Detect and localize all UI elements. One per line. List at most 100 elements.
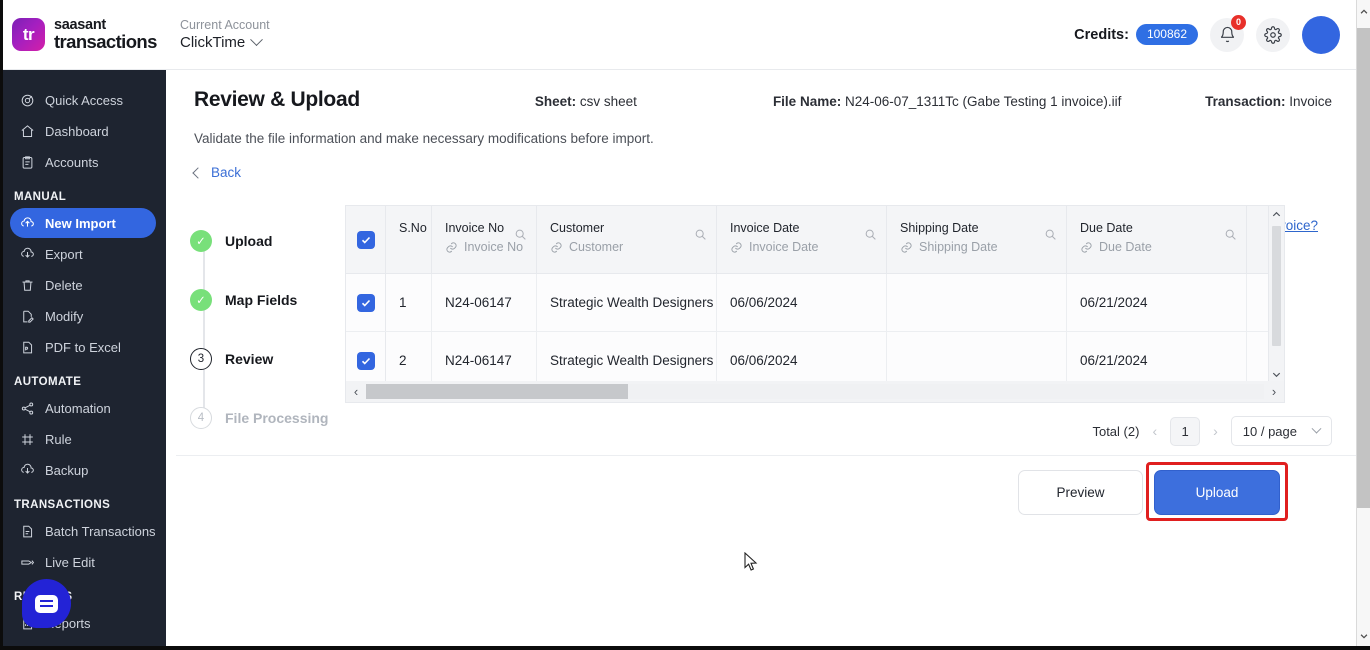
chevron-down-icon[interactable] xyxy=(1271,369,1282,380)
scrollbar-thumb[interactable] xyxy=(1272,226,1281,346)
column-header-invoice-no[interactable]: Invoice No Invoice No xyxy=(432,206,537,273)
scrollbar-thumb[interactable] xyxy=(366,384,628,399)
sidebar-section-manual: MANUAL xyxy=(14,191,67,203)
page-size-value: 10 / page xyxy=(1242,423,1297,439)
link-icon xyxy=(901,242,912,253)
scrollbar-track[interactable] xyxy=(366,384,1264,399)
sidebar-section-automate: AUTOMATE xyxy=(14,376,82,388)
pagination-next-button[interactable]: › xyxy=(1210,423,1221,439)
sidebar-label: Delete xyxy=(45,277,83,293)
link-icon xyxy=(731,242,742,253)
back-label: Back xyxy=(211,165,242,180)
search-icon[interactable] xyxy=(864,228,877,241)
sidebar-item-new-import[interactable]: New Import xyxy=(10,208,156,238)
sheet-label: Sheet: xyxy=(534,94,577,109)
row-checkbox[interactable] xyxy=(356,351,375,370)
cell-shipping-date xyxy=(887,274,1067,331)
page-header-row: Review & Upload Sheet: csv sheet File Na… xyxy=(194,88,1332,112)
pagination-current-page[interactable]: 1 xyxy=(1170,416,1201,446)
page-header: Review & Upload Sheet: csv sheet File Na… xyxy=(166,70,1356,180)
sidebar-label: Rule xyxy=(45,431,72,447)
column-mapped-field: Due Date xyxy=(1099,240,1152,254)
chevron-up-icon[interactable] xyxy=(1357,4,1370,20)
app-root: tr saasant transactions Current Account … xyxy=(0,0,1370,650)
pagination-prev-button[interactable]: ‹ xyxy=(1149,423,1160,439)
row-select-cell[interactable] xyxy=(346,274,386,331)
sidebar-item-live-edit[interactable]: Live Edit xyxy=(10,547,156,577)
step-check-icon: ✓ xyxy=(190,230,212,252)
credits-value-badge: 100862 xyxy=(1135,24,1198,45)
step-review[interactable]: 3 Review xyxy=(190,346,335,372)
chat-widget-button[interactable] xyxy=(22,579,71,628)
table-horizontal-scrollbar[interactable]: ‹ › xyxy=(346,381,1284,402)
scrollbar-thumb[interactable] xyxy=(1357,28,1370,508)
step-label: File Processing xyxy=(225,410,329,426)
check-icon xyxy=(361,236,370,244)
preview-button[interactable]: Preview xyxy=(1018,470,1143,515)
link-icon xyxy=(551,242,562,253)
sidebar-item-pdf-to-excel[interactable]: PDF to Excel xyxy=(10,332,156,362)
sidebar-item-export[interactable]: Export xyxy=(10,239,156,269)
row-checkbox[interactable] xyxy=(356,293,375,312)
select-all-cell[interactable] xyxy=(346,206,386,273)
sidebar-label: Live Edit xyxy=(45,554,95,570)
step-upload[interactable]: ✓ Upload xyxy=(190,228,335,254)
sidebar: Quick Access Dashboard Accounts MANUAL N… xyxy=(0,70,166,650)
column-header-sno[interactable]: S.No xyxy=(386,206,432,273)
column-title: Customer xyxy=(550,221,605,235)
upload-button[interactable]: Upload xyxy=(1154,470,1280,515)
user-avatar[interactable] xyxy=(1302,15,1340,54)
table-vertical-scrollbar[interactable] xyxy=(1268,206,1284,383)
column-mapped-field: Invoice Date xyxy=(749,240,819,254)
notifications-button[interactable]: 0 xyxy=(1210,14,1246,52)
chevron-up-icon[interactable] xyxy=(1271,209,1282,220)
sidebar-item-dashboard[interactable]: Dashboard xyxy=(10,116,156,146)
trash-icon xyxy=(20,278,35,293)
column-mapping: Shipping Date xyxy=(900,239,1056,255)
current-account-selector[interactable]: Current Account ClickTime xyxy=(180,17,270,52)
search-icon[interactable] xyxy=(1224,228,1237,241)
sidebar-section-transactions: TRANSACTIONS xyxy=(14,499,111,511)
transaction-meta: Transaction: Invoice xyxy=(1205,94,1332,109)
sidebar-label: Dashboard xyxy=(45,123,109,139)
sidebar-item-quick-access[interactable]: Quick Access xyxy=(10,85,156,115)
column-header-customer[interactable]: Customer Customer xyxy=(537,206,717,273)
column-title: Invoice Date xyxy=(730,221,800,235)
sidebar-item-accounts[interactable]: Accounts xyxy=(10,147,156,177)
table-row[interactable]: 1 N24-06147 Strategic Wealth Designers 0… xyxy=(346,274,1284,332)
file-name-value: N24-06-07_1311Tc (Gabe Testing 1 invoice… xyxy=(844,94,1122,109)
search-icon[interactable] xyxy=(514,228,527,241)
sidebar-item-automation[interactable]: Automation xyxy=(10,393,156,423)
footer-divider xyxy=(176,455,1356,456)
sheet-value: csv sheet xyxy=(579,94,637,109)
pdf-file-icon xyxy=(20,340,35,355)
scroll-left-icon[interactable]: ‹ xyxy=(346,384,366,399)
brand-wordmark: saasant transactions xyxy=(54,17,157,52)
sidebar-label: Export xyxy=(45,246,83,262)
back-button[interactable]: Back xyxy=(192,165,1332,180)
window-bottom-edge xyxy=(0,646,1370,650)
top-bar-actions: Credits: 100862 0 xyxy=(1074,14,1356,54)
step-map-fields[interactable]: ✓ Map Fields xyxy=(190,287,335,313)
document-icon xyxy=(20,524,35,539)
column-header-due-date[interactable]: Due Date Due Date xyxy=(1067,206,1247,273)
scroll-right-icon[interactable]: › xyxy=(1264,384,1284,399)
brand-logo[interactable]: tr saasant transactions xyxy=(0,0,166,70)
sidebar-item-backup[interactable]: Backup xyxy=(10,455,156,485)
column-header-shipping-date[interactable]: Shipping Date Shipping Date xyxy=(887,206,1067,273)
sidebar-item-delete[interactable]: Delete xyxy=(10,270,156,300)
settings-button[interactable] xyxy=(1256,17,1290,52)
page-size-select[interactable]: 10 / page xyxy=(1230,416,1332,446)
chat-bubble-icon xyxy=(35,594,58,613)
sidebar-item-rule[interactable]: Rule xyxy=(10,424,156,454)
select-all-checkbox[interactable] xyxy=(356,230,375,249)
cell-due-date: 06/21/2024 xyxy=(1067,274,1247,331)
column-header-invoice-date[interactable]: Invoice Date Invoice Date xyxy=(717,206,887,273)
sidebar-item-modify[interactable]: Modify xyxy=(10,301,156,331)
chevron-down-icon[interactable] xyxy=(1357,628,1370,644)
search-icon[interactable] xyxy=(1044,228,1057,241)
search-icon[interactable] xyxy=(694,228,707,241)
sidebar-item-batch-transactions[interactable]: Batch Transactions xyxy=(10,516,156,546)
step-label: Upload xyxy=(225,233,273,249)
browser-scrollbar[interactable] xyxy=(1356,0,1370,650)
